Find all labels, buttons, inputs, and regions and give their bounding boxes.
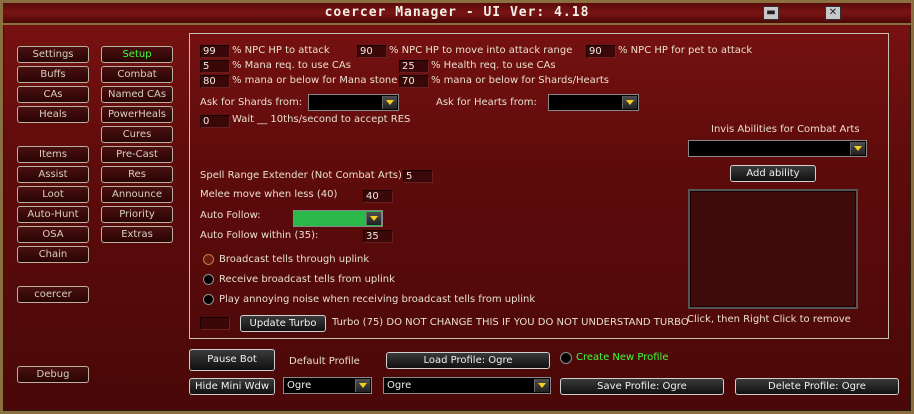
tab-priority[interactable]: Priority <box>101 206 173 223</box>
setup-panel: 99 % NPC HP to attack 90 % NPC HP to mov… <box>189 33 889 339</box>
hide-mini-window-button[interactable]: Hide Mini Wdw <box>189 378 275 395</box>
debug-button[interactable]: Debug <box>17 366 89 383</box>
auto-follow-within-label: Auto Follow within (35): <box>200 230 319 241</box>
turbo-input[interactable] <box>200 317 230 330</box>
nav-assist[interactable]: Assist <box>17 166 89 183</box>
npc-hp-pet-label: % NPC HP for pet to attack <box>618 45 753 56</box>
profile-select-value: Ogre <box>387 380 412 391</box>
default-profile-label: Default Profile <box>289 356 360 367</box>
tab-powerheals[interactable]: PowerHeals <box>101 106 173 123</box>
annoying-noise-radio[interactable] <box>203 294 214 305</box>
nav-heals[interactable]: Heals <box>17 106 89 123</box>
tab-cures[interactable]: Cures <box>101 126 173 143</box>
mana-shards-input[interactable]: 70 <box>399 75 429 88</box>
tab-combat[interactable]: Combat <box>101 66 173 83</box>
npc-hp-move-label: % NPC HP to move into attack range <box>389 45 573 56</box>
nav-coercer[interactable]: coercer <box>17 286 89 303</box>
receive-tells-radio[interactable] <box>203 274 214 285</box>
title-bar[interactable]: coercer Manager - UI Ver: 4.18 ▬ ✕ <box>3 3 911 25</box>
invis-abilities-select[interactable] <box>688 140 867 157</box>
tab-pre-cast[interactable]: Pre-Cast <box>101 146 173 163</box>
health-cas-label: % Health req. to use CAs <box>431 60 556 71</box>
invis-abilities-label: Invis Abilities for Combat Arts <box>711 124 860 135</box>
npc-hp-attack-label: % NPC HP to attack <box>232 45 330 56</box>
broadcast-tells-label: Broadcast tells through uplink <box>219 254 370 265</box>
create-new-profile-radio[interactable] <box>560 352 572 364</box>
turbo-note: Turbo (75) DO NOT CHANGE THIS IF YOU DO … <box>332 317 689 328</box>
create-new-profile-label: Create New Profile <box>576 352 669 363</box>
tab-announce[interactable]: Announce <box>101 186 173 203</box>
add-ability-button[interactable]: Add ability <box>730 165 816 182</box>
mana-shards-label: % mana or below for Shards/Hearts <box>431 75 610 86</box>
mana-stone-label: % mana or below for Mana stone <box>232 75 398 86</box>
mana-cas-label: % Mana req. to use CAs <box>232 60 351 71</box>
broadcast-tells-radio[interactable] <box>203 254 214 265</box>
ask-shards-label: Ask for Shards from: <box>200 97 303 108</box>
res-wait-input[interactable]: 0 <box>200 115 230 128</box>
tab-extras[interactable]: Extras <box>101 226 173 243</box>
melee-move-input[interactable]: 40 <box>363 190 393 203</box>
nav-settings[interactable]: Settings <box>17 46 89 63</box>
chevron-down-icon[interactable] <box>382 96 397 109</box>
default-profile-value: Ogre <box>287 380 312 391</box>
spell-range-label: Spell Range Extender (Not Combat Arts): <box>200 170 406 181</box>
minimize-button[interactable]: ▬ <box>763 6 779 20</box>
auto-follow-label: Auto Follow: <box>200 210 261 221</box>
chevron-down-icon[interactable] <box>622 96 637 109</box>
nav-cas[interactable]: CAs <box>17 86 89 103</box>
nav-buffs[interactable]: Buffs <box>17 66 89 83</box>
receive-tells-label: Receive broadcast tells from uplink <box>219 274 395 285</box>
delete-profile-button[interactable]: Delete Profile: Ogre <box>735 378 899 395</box>
auto-follow-within-input[interactable]: 35 <box>363 230 393 243</box>
res-wait-label: Wait __ 10ths/second to accept RES <box>232 114 411 125</box>
chevron-down-icon[interactable] <box>850 142 865 155</box>
tab-res[interactable]: Res <box>101 166 173 183</box>
nav-auto-hunt[interactable]: Auto-Hunt <box>17 206 89 223</box>
spell-range-input[interactable]: 5 <box>403 170 433 183</box>
npc-hp-move-input[interactable]: 90 <box>357 45 387 58</box>
pause-bot-button[interactable]: Pause Bot <box>189 349 275 371</box>
nav-loot[interactable]: Loot <box>17 186 89 203</box>
annoying-noise-label: Play annoying noise when receiving broad… <box>219 294 536 305</box>
load-profile-button[interactable]: Load Profile: Ogre <box>386 352 550 369</box>
chevron-down-icon[interactable] <box>534 379 549 392</box>
tab-setup[interactable]: Setup <box>101 46 173 63</box>
ask-hearts-select[interactable] <box>548 94 639 111</box>
save-profile-button[interactable]: Save Profile: Ogre <box>560 378 724 395</box>
melee-move-label: Melee move when less (40) <box>200 189 338 200</box>
health-cas-input[interactable]: 25 <box>399 60 429 73</box>
ask-hearts-label: Ask for Hearts from: <box>436 97 537 108</box>
tab-named-cas[interactable]: Named CAs <box>101 86 173 103</box>
close-button[interactable]: ✕ <box>825 6 841 20</box>
ask-shards-select[interactable] <box>308 94 399 111</box>
manager-window: coercer Manager - UI Ver: 4.18 ▬ ✕ Setti… <box>0 0 914 414</box>
npc-hp-attack-input[interactable]: 99 <box>200 45 230 58</box>
npc-hp-pet-input[interactable]: 90 <box>586 45 616 58</box>
invis-abilities-list[interactable] <box>688 189 858 309</box>
mana-cas-input[interactable]: 5 <box>200 60 230 73</box>
chevron-down-icon[interactable] <box>355 379 370 392</box>
update-turbo-button[interactable]: Update Turbo <box>240 315 326 332</box>
chevron-down-icon[interactable] <box>366 212 381 225</box>
profile-select[interactable]: Ogre <box>383 377 551 394</box>
mana-stone-input[interactable]: 80 <box>200 75 230 88</box>
default-profile-select[interactable]: Ogre <box>283 377 372 394</box>
remove-hint-label: Click, then Right Click to remove <box>687 314 851 325</box>
nav-items[interactable]: Items <box>17 146 89 163</box>
auto-follow-select[interactable] <box>293 210 383 227</box>
nav-osa[interactable]: OSA <box>17 226 89 243</box>
nav-chain[interactable]: Chain <box>17 246 89 263</box>
